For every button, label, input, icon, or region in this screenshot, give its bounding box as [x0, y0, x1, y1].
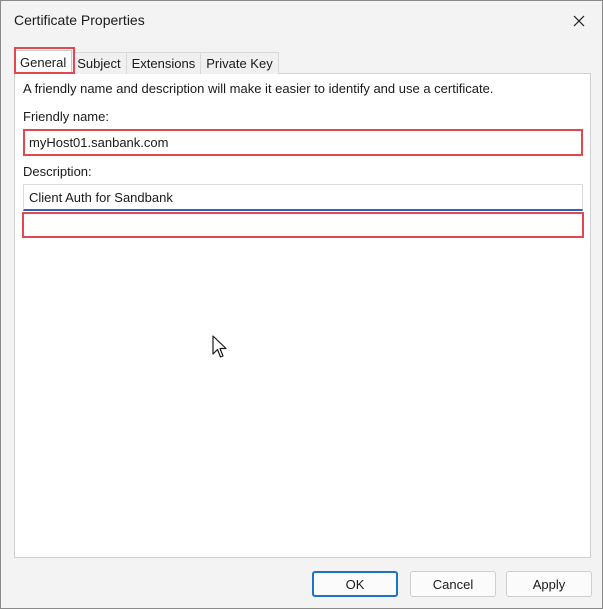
close-button[interactable] — [564, 7, 594, 35]
description-label: Description: — [23, 164, 92, 179]
tab-private-key[interactable]: Private Key — [201, 52, 279, 74]
ok-button[interactable]: OK — [312, 571, 398, 597]
friendly-name-label: Friendly name: — [23, 109, 109, 124]
mouse-pointer-icon — [212, 335, 228, 364]
close-icon — [573, 15, 585, 27]
certificate-properties-dialog: Certificate Properties General Subject E… — [0, 0, 603, 609]
description-highlight-box — [22, 212, 584, 238]
title-bar: Certificate Properties — [1, 1, 602, 41]
description-field[interactable]: Client Auth for Sandbank — [23, 184, 583, 211]
apply-button[interactable]: Apply — [506, 571, 592, 597]
tab-extensions[interactable]: Extensions — [126, 52, 202, 74]
friendly-name-field[interactable]: myHost01.sanbank.com — [23, 129, 583, 156]
tab-general[interactable]: General — [14, 50, 73, 74]
window-title: Certificate Properties — [14, 12, 145, 28]
intro-text: A friendly name and description will mak… — [23, 81, 494, 96]
tab-strip: General Subject Extensions Private Key — [14, 50, 279, 74]
tab-subject[interactable]: Subject — [72, 52, 127, 74]
cancel-button[interactable]: Cancel — [410, 571, 496, 597]
